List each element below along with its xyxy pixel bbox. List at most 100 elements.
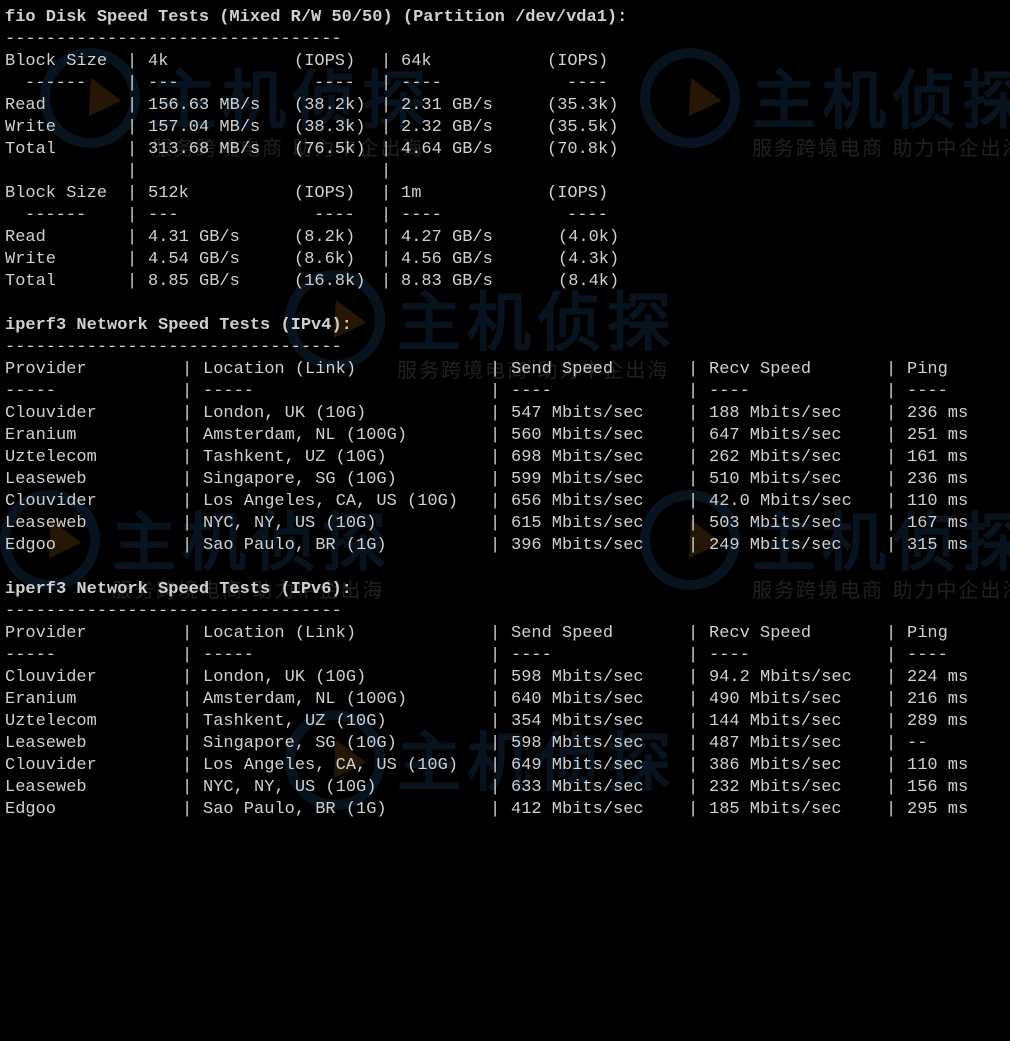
fio-header-iops2: (IOPS)	[547, 52, 609, 71]
cell-location: NYC, NY, US (10G)	[203, 778, 377, 797]
cell-location: Singapore, SG (10G)	[203, 734, 397, 753]
table-row: Total | 8.85 GB/s (16.8k) | 8.83 GB/s (8…	[5, 271, 1005, 293]
fio-row-i2: (70.8k)	[547, 140, 619, 159]
column-divider: |	[182, 712, 193, 731]
fio-row-i1: (38.3k)	[294, 118, 366, 137]
table-row: Leaseweb | NYC, NY, US (10G) | 633 Mbits…	[5, 777, 1005, 799]
column-divider: |	[886, 448, 897, 467]
iperf6-sep: ----- | ----- | ---- | ---- | ----	[5, 645, 1005, 667]
fio-header-iops1: (IOPS)	[294, 52, 356, 71]
cell-send: 640 Mbits/sec	[511, 690, 644, 709]
header-send: Send Speed	[511, 360, 614, 379]
column-divider: |	[688, 448, 699, 467]
cell-recv: 262 Mbits/sec	[709, 448, 842, 467]
column-divider: |	[182, 536, 193, 555]
cell-location: NYC, NY, US (10G)	[203, 514, 377, 533]
cell-location: London, UK (10G)	[203, 404, 367, 423]
iperf6-rows: Clouvider | London, UK (10G) | 598 Mbits…	[5, 667, 1005, 821]
iperf4-rule: ---------------------------------	[5, 338, 342, 357]
fio-row-i1: (8.2k)	[294, 228, 356, 247]
table-row: Clouvider | Los Angeles, CA, US (10G) | …	[5, 491, 1005, 513]
sep-location: -----	[203, 646, 255, 665]
cell-location: Singapore, SG (10G)	[203, 470, 397, 489]
cell-recv: 487 Mbits/sec	[709, 734, 842, 753]
cell-location: Amsterdam, NL (100G)	[203, 690, 408, 709]
fio-table1-sep: ------ | --- ---- | ---- ----	[5, 73, 1005, 95]
sep-location: -----	[203, 382, 255, 401]
column-divider: |	[182, 734, 193, 753]
column-divider: |	[688, 382, 699, 401]
terminal-output[interactable]: fio Disk Speed Tests (Mixed R/W 50/50) (…	[5, 7, 1005, 821]
cell-send: 547 Mbits/sec	[511, 404, 644, 423]
fio-row-v2: 4.56 GB/s	[401, 250, 493, 269]
fio-sep-iops2: ----	[567, 206, 608, 225]
column-divider: |	[182, 360, 193, 379]
cell-recv: 503 Mbits/sec	[709, 514, 842, 533]
column-divider: |	[182, 690, 193, 709]
header-ping: Ping	[907, 360, 948, 379]
sep-recv: ----	[709, 382, 750, 401]
iperf4-rows: Clouvider | London, UK (10G) | 547 Mbits…	[5, 403, 1005, 557]
cell-ping: 289 ms	[907, 712, 969, 731]
header-provider: Provider	[5, 360, 87, 379]
fio-title-line: fio Disk Speed Tests (Mixed R/W 50/50) (…	[5, 7, 1005, 29]
column-divider: |	[182, 404, 193, 423]
column-divider: |	[886, 712, 897, 731]
column-divider: |	[886, 536, 897, 555]
column-divider: |	[381, 52, 392, 71]
cell-ping: 216 ms	[907, 690, 969, 709]
column-divider: |	[688, 800, 699, 819]
cell-send: 698 Mbits/sec	[511, 448, 644, 467]
column-divider: |	[182, 624, 193, 643]
table-row: Eranium | Amsterdam, NL (100G) | 560 Mbi…	[5, 425, 1005, 447]
cell-provider: Clouvider	[5, 404, 97, 423]
column-divider: |	[182, 646, 193, 665]
table-row: Write | 157.04 MB/s (38.3k) | 2.32 GB/s …	[5, 117, 1005, 139]
column-divider: |	[886, 514, 897, 533]
column-divider: |	[182, 492, 193, 511]
column-divider: |	[381, 228, 392, 247]
column-divider: |	[886, 690, 897, 709]
cell-provider: Leaseweb	[5, 514, 87, 533]
sep-recv: ----	[709, 646, 750, 665]
fio-row-i1: (8.6k)	[294, 250, 356, 269]
cell-recv: 94.2 Mbits/sec	[709, 668, 852, 687]
fio-sep-col1: ---	[148, 74, 179, 93]
cell-recv: 185 Mbits/sec	[709, 800, 842, 819]
column-divider: |	[490, 536, 501, 555]
iperf4-header: Provider | Location (Link) | Send Speed …	[5, 359, 1005, 381]
sep-send: ----	[511, 646, 552, 665]
fio-sep-iops1: ----	[314, 74, 355, 93]
cell-send: 656 Mbits/sec	[511, 492, 644, 511]
cell-location: Amsterdam, NL (100G)	[203, 426, 408, 445]
fio-row-label: Total	[5, 140, 57, 159]
sep-provider: -----	[5, 646, 57, 665]
column-divider: |	[688, 492, 699, 511]
column-divider: |	[490, 800, 501, 819]
column-divider: |	[182, 668, 193, 687]
cell-provider: Eranium	[5, 426, 77, 445]
cell-recv: 386 Mbits/sec	[709, 756, 842, 775]
table-row: Total | 313.68 MB/s (76.5k) | 4.64 GB/s …	[5, 139, 1005, 161]
cell-location: Tashkent, UZ (10G)	[203, 712, 387, 731]
column-divider: |	[886, 360, 897, 379]
column-divider: |	[127, 184, 138, 203]
column-divider: |	[381, 96, 392, 115]
fio-header-col2: 1m	[401, 184, 422, 203]
cell-ping: 110 ms	[907, 756, 969, 775]
fio-header-iops2: (IOPS)	[547, 184, 609, 203]
column-divider: |	[886, 624, 897, 643]
cell-recv: 144 Mbits/sec	[709, 712, 842, 731]
column-divider: |	[490, 624, 501, 643]
fio-row-v1: 313.68 MB/s	[148, 140, 261, 159]
column-divider: |	[182, 514, 193, 533]
fio-row-v1: 4.54 GB/s	[148, 250, 240, 269]
cell-provider: Leaseweb	[5, 778, 87, 797]
iperf6-title: iperf3 Network Speed Tests (IPv6):	[5, 580, 352, 599]
fio-rule: ---------------------------------	[5, 30, 342, 49]
iperf4-title: iperf3 Network Speed Tests (IPv4):	[5, 316, 352, 335]
column-divider: |	[688, 426, 699, 445]
fio-row-i1: (76.5k)	[294, 140, 366, 159]
column-divider: |	[127, 272, 138, 291]
cell-provider: Clouvider	[5, 756, 97, 775]
